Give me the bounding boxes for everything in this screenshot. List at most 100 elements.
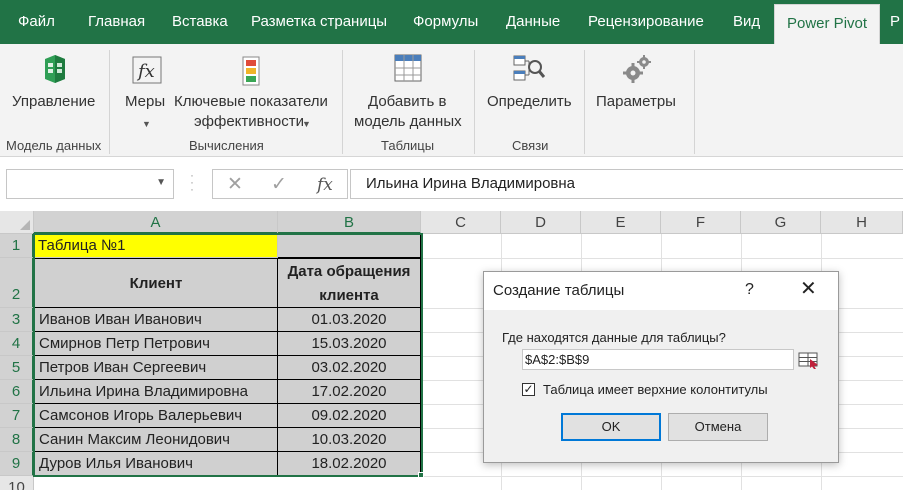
group-separator (694, 50, 695, 154)
group-separator (584, 50, 585, 154)
header-date-line1: Дата обращения (287, 263, 411, 280)
manage-label: Управление (12, 93, 96, 110)
column-header-f[interactable]: F (661, 211, 741, 234)
cell-client[interactable]: Петров Иван Сергеевич (34, 356, 278, 380)
fill-handle[interactable] (418, 472, 424, 478)
cell-a2-header[interactable]: Клиент (34, 258, 278, 308)
group-separator (342, 50, 343, 154)
range-select-icon[interactable] (796, 350, 822, 370)
row-header-8[interactable]: 8 (0, 428, 34, 452)
kpi-dropdown-icon: ▼ (302, 119, 311, 129)
relationship-detect-icon (513, 54, 546, 87)
range-prompt: Где находятся данные для таблицы? (502, 330, 726, 345)
cancel-button[interactable]: Отмена (668, 413, 768, 441)
cell-b2-header[interactable]: Дата обращения клиента (278, 258, 421, 308)
cell-client[interactable]: Санин Максим Леонидович (34, 428, 278, 452)
measures-label: Меры (125, 93, 166, 110)
cancel-icon[interactable]: ✕ (227, 173, 243, 196)
settings-label: Параметры (596, 93, 676, 110)
enter-icon[interactable]: ✓ (271, 173, 287, 196)
tab-review[interactable]: Рецензирование (588, 0, 704, 44)
formula-input[interactable]: Ильина Ирина Владимировна (350, 169, 903, 199)
chevron-down-icon[interactable]: ▼ (156, 177, 166, 188)
ribbon: Управление Модель данных fx Меры ▼ Ключе… (0, 44, 903, 157)
ok-button[interactable]: OK (561, 413, 661, 441)
group-separator (474, 50, 475, 154)
row-header-6[interactable]: 6 (0, 380, 34, 404)
row-header-4[interactable]: 4 (0, 332, 34, 356)
column-header-g[interactable]: G (741, 211, 821, 234)
ribbon-tab-bar: Файл Главная Вставка Разметка страницы Ф… (0, 0, 903, 44)
kpi-icon (242, 56, 260, 89)
row-header-7[interactable]: 7 (0, 404, 34, 428)
kpi-label-line2: эффективности (194, 113, 305, 130)
tab-page-layout[interactable]: Разметка страницы (251, 0, 387, 44)
dialog-title: Создание таблицы (493, 282, 625, 299)
column-header-h[interactable]: H (821, 211, 903, 234)
row-header-9[interactable]: 9 (0, 452, 34, 476)
row-header-1[interactable]: 1 (0, 234, 34, 258)
detect-label: Определить (487, 93, 572, 110)
cell-date[interactable]: 03.02.2020 (278, 356, 421, 380)
tab-insert[interactable]: Вставка (172, 0, 228, 44)
power-pivot-icon (40, 54, 70, 87)
cell-client[interactable]: Иванов Иван Иванович (34, 308, 278, 332)
name-box[interactable]: ▼ (6, 169, 174, 199)
create-table-dialog: Создание таблицы ? ✕ Где находятся данны… (483, 271, 839, 463)
cell-date[interactable]: 09.02.2020 (278, 404, 421, 428)
gridline (34, 476, 903, 477)
row-header-10[interactable]: 10 (0, 476, 34, 490)
header-row-checkbox[interactable]: ✓ (522, 383, 535, 396)
group-separator (109, 50, 110, 154)
group-label-relationships: Связи (512, 138, 549, 153)
column-header-e[interactable]: E (581, 211, 661, 234)
select-all-button[interactable] (0, 211, 34, 234)
group-label-data-model: Модель данных (6, 138, 102, 153)
svg-text:fx: fx (136, 61, 155, 82)
gears-icon (622, 54, 652, 87)
row-header-3[interactable]: 3 (0, 308, 34, 332)
group-label-tables: Таблицы (381, 138, 435, 153)
cell-a1[interactable]: Таблица №1 (34, 234, 278, 258)
cell-client[interactable]: Самсонов Игорь Валерьевич (34, 404, 278, 428)
row-header-2[interactable]: 2 (0, 258, 34, 308)
tab-home[interactable]: Главная (88, 0, 145, 44)
header-date-line2: клиента (319, 287, 379, 304)
resize-handle-icon[interactable]: · · · (190, 169, 194, 195)
column-header-a[interactable]: A (34, 211, 278, 234)
kpi-label-line1: Ключевые показатели (174, 93, 328, 110)
tab-power-pivot[interactable]: Power Pivot (774, 4, 881, 44)
formula-buttons: ✕ ✓ fx (212, 169, 348, 199)
formula-bar: ▼ · · · ✕ ✓ fx Ильина Ирина Владимировна (0, 158, 903, 211)
close-icon[interactable]: ✕ (800, 279, 817, 299)
group-label-calculations: Вычисления (189, 138, 264, 153)
help-icon[interactable]: ? (745, 281, 754, 299)
column-header-c[interactable]: C (421, 211, 501, 234)
function-fx-icon: fx (132, 56, 162, 87)
cell-date[interactable]: 17.02.2020 (278, 380, 421, 404)
row-header-5[interactable]: 5 (0, 356, 34, 380)
add-label-line1: Добавить в (368, 93, 447, 110)
cell-date[interactable]: 18.02.2020 (278, 452, 421, 476)
dialog-title-bar[interactable]: Создание таблицы ? ✕ (484, 272, 838, 310)
cell-date[interactable]: 15.03.2020 (278, 332, 421, 356)
header-row-checkbox-label[interactable]: Таблица имеет верхние колонтитулы (543, 382, 768, 397)
measures-dropdown-icon: ▼ (142, 119, 151, 129)
cell-client[interactable]: Дуров Илья Иванович (34, 452, 278, 476)
column-header-d[interactable]: D (501, 211, 581, 234)
cell-b1[interactable] (278, 234, 421, 258)
cell-client[interactable]: Ильина Ирина Владимировна (34, 380, 278, 404)
tab-data[interactable]: Данные (506, 0, 560, 44)
cell-client[interactable]: Смирнов Петр Петрович (34, 332, 278, 356)
insert-function-icon[interactable]: fx (317, 175, 333, 195)
cell-date[interactable]: 10.03.2020 (278, 428, 421, 452)
table-add-icon (394, 54, 422, 85)
tab-overflow[interactable]: Р (890, 0, 900, 44)
cell-date[interactable]: 01.03.2020 (278, 308, 421, 332)
range-input[interactable]: $A$2:$B$9 (522, 349, 794, 370)
tab-file[interactable]: Файл (18, 0, 55, 44)
add-label-line2: модель данных (354, 113, 462, 130)
column-header-b[interactable]: B (278, 211, 421, 234)
tab-formulas[interactable]: Формулы (413, 0, 478, 44)
tab-view[interactable]: Вид (733, 0, 760, 44)
